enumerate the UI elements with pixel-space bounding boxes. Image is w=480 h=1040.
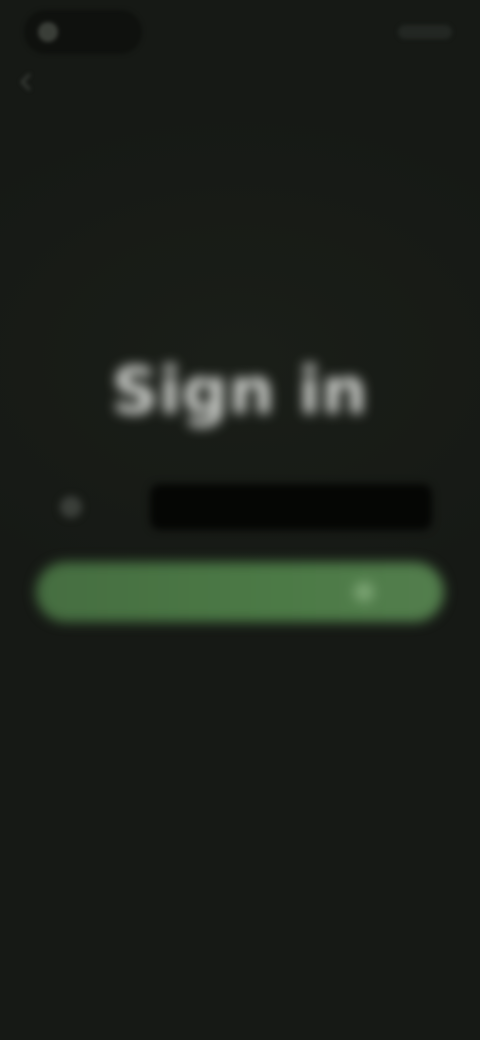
input-row xyxy=(50,482,432,532)
input-leading-icon xyxy=(60,496,82,518)
input-label xyxy=(50,482,150,532)
status-indicators xyxy=(382,20,452,44)
top-bar xyxy=(0,10,480,54)
signal-indicator xyxy=(398,25,452,39)
continue-button[interactable] xyxy=(36,562,444,622)
back-arrow-icon[interactable] xyxy=(14,70,38,94)
sign-in-screen: Sign in xyxy=(0,0,480,1040)
button-trailing-icon xyxy=(354,582,374,602)
sign-in-input[interactable] xyxy=(150,484,432,530)
page-title: Sign in xyxy=(111,355,369,429)
secondary-link[interactable] xyxy=(190,650,290,678)
status-pill xyxy=(24,10,142,54)
status-dot-icon xyxy=(38,22,58,42)
